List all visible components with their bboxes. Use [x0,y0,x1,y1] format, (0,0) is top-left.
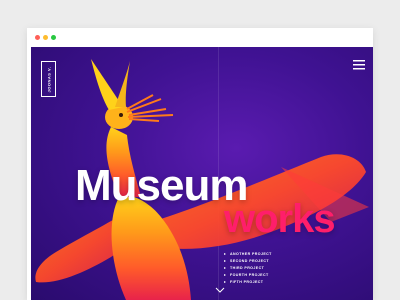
arrow-icon: ▸ [224,265,227,270]
browser-window: JOONAS V. Museum works ▸ Another project … [27,28,373,300]
window-titlebar [27,28,373,47]
hero-title-line1: Museum [75,161,248,210]
maximize-window-button[interactable] [51,35,56,40]
project-label: Fourth project [230,272,269,277]
arrow-icon: ▸ [224,272,227,277]
project-item[interactable]: ▸ Fourth project [224,271,272,278]
chevron-down-icon[interactable] [215,287,225,293]
project-item[interactable]: ▸ Fifth project [224,278,272,285]
close-window-button[interactable] [35,35,40,40]
project-label: Another project [230,251,272,256]
project-label: Third project [230,265,265,270]
project-list: ▸ Another project ▸ Second project ▸ Third … [224,250,272,285]
logo[interactable]: JOONAS V. [41,61,56,97]
arrow-icon: ▸ [224,279,227,284]
logo-text: JOONAS V. [46,66,52,92]
project-label: Second project [230,258,269,263]
hamburger-menu-icon[interactable] [353,60,365,70]
arrow-icon: ▸ [224,258,227,263]
project-item[interactable]: ▸ Second project [224,257,272,264]
hero-title-line2: works [224,197,336,241]
project-label: Fifth project [230,279,264,284]
project-item[interactable]: ▸ Third project [224,264,272,271]
project-item[interactable]: ▸ Another project [224,250,272,257]
hero-section: JOONAS V. Museum works ▸ Another project … [31,47,373,300]
minimize-window-button[interactable] [43,35,48,40]
arrow-icon: ▸ [224,251,227,256]
